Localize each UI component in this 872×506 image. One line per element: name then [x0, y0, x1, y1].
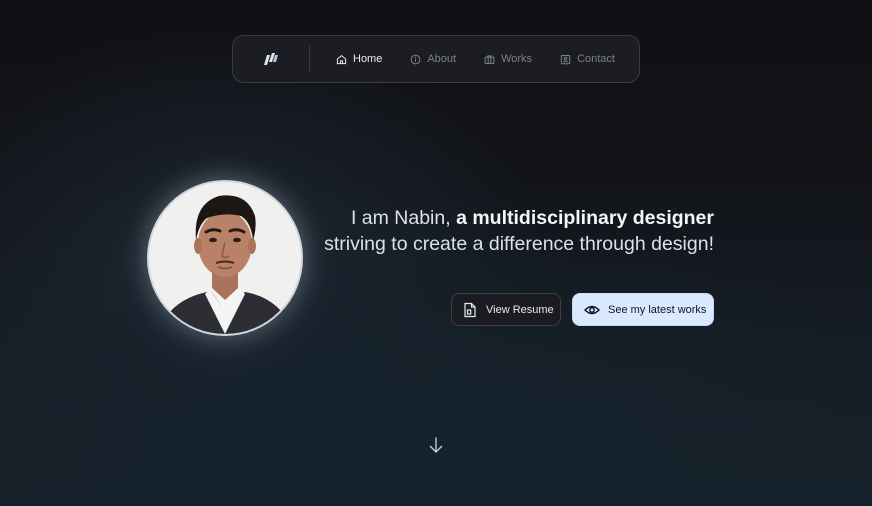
- view-resume-button[interactable]: View Resume: [451, 293, 561, 326]
- logo-icon: [264, 53, 278, 65]
- eye-icon: [584, 305, 600, 314]
- scroll-down-arrow-icon[interactable]: [427, 436, 445, 454]
- nav-label-home: Home: [353, 53, 383, 65]
- see-latest-works-label: See my latest works: [608, 303, 707, 316]
- hero-intro: I am Nabin,: [350, 207, 457, 229]
- nav-label-works: Works: [501, 53, 533, 65]
- view-resume-label: View Resume: [486, 303, 554, 316]
- nav-item-home[interactable]: Home: [336, 53, 382, 65]
- contact-card-icon: [560, 54, 571, 64]
- hero-rest: striving to create a difference through …: [324, 233, 714, 255]
- document-icon: [464, 302, 476, 317]
- nav-item-contact[interactable]: Contact: [560, 53, 615, 65]
- nav-label-about: About: [427, 53, 457, 65]
- briefcase-icon: [484, 54, 495, 64]
- hero-highlight: a multidisciplinary designer: [456, 207, 714, 229]
- nav-item-about[interactable]: About: [410, 53, 456, 65]
- nav-item-works[interactable]: Works: [484, 53, 532, 65]
- nav-label-contact: Contact: [577, 53, 615, 65]
- profile-photo: [149, 182, 301, 334]
- home-icon: [336, 54, 347, 64]
- avatar: [147, 180, 303, 336]
- see-latest-works-button[interactable]: See my latest works: [572, 293, 714, 326]
- nav-items: Home About Works Contact: [310, 53, 615, 65]
- info-icon: [410, 54, 421, 64]
- top-navbar: Home About Works Contact: [232, 35, 640, 83]
- hero-headline: I am Nabin, a multidisciplinary designer…: [314, 205, 714, 257]
- logo[interactable]: [233, 36, 309, 82]
